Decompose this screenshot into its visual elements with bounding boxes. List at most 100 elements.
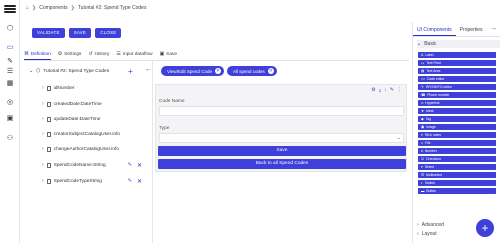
tree-item-label: changeAuthorCatalogUser.info bbox=[53, 146, 120, 152]
component-label: WYSIWYG editor bbox=[425, 85, 453, 89]
chevron-right-icon[interactable]: › bbox=[42, 131, 44, 137]
chevron-right-icon[interactable]: › bbox=[42, 146, 44, 152]
delete-icon[interactable]: ✕ bbox=[137, 162, 142, 169]
settings-icon[interactable]: ⚙ bbox=[371, 87, 375, 93]
tree-item-label: createdDate:DateTime bbox=[53, 101, 102, 107]
tree-item[interactable]: › updateDate:DateTime bbox=[42, 115, 142, 123]
view-edit-chip[interactable]: View/Edit Spend Code ✕ bbox=[161, 66, 224, 76]
tree-item[interactable]: › idNumber bbox=[42, 84, 142, 92]
tree-item[interactable]: › changeAuthorCatalogUser.info bbox=[42, 145, 142, 153]
component-label: Tag bbox=[425, 117, 432, 121]
component-item[interactable]: ▬ Button bbox=[418, 188, 496, 194]
component-item[interactable]: ☰ Multiselect bbox=[418, 172, 496, 178]
edit-icon[interactable]: ✎ bbox=[128, 178, 132, 185]
select-icon: ▾ bbox=[421, 165, 423, 169]
component-item[interactable]: ▭ Text Field bbox=[418, 60, 496, 66]
breadcrumb-item[interactable]: Components bbox=[39, 5, 67, 11]
component-item[interactable]: ★ Ideal bbox=[418, 108, 496, 114]
editor-tabs: ⌘ Definition ⚙ Settings ↺ History ☰ Inpu… bbox=[24, 49, 177, 60]
edit-icon[interactable]: ✎ bbox=[128, 162, 132, 169]
add-fab-button[interactable]: + bbox=[476, 219, 494, 237]
component-item[interactable]: ◆ Tag bbox=[418, 116, 496, 122]
tab-properties[interactable]: Properties bbox=[456, 25, 487, 36]
component-item[interactable]: <> Code editor bbox=[418, 76, 496, 82]
tab-input-dataflow[interactable]: ☰ Input dataflow bbox=[116, 49, 152, 60]
chevron-right-icon[interactable]: › bbox=[42, 85, 44, 91]
close-icon[interactable]: ✕ bbox=[267, 68, 274, 74]
group-basic[interactable]: ⌄ Basic bbox=[417, 40, 500, 48]
edit-icon[interactable]: ✎ bbox=[390, 87, 394, 93]
sitemap-icon: ⌘ bbox=[24, 51, 29, 57]
component-item[interactable]: □ File bbox=[418, 140, 496, 146]
add-field-icon[interactable]: + bbox=[128, 68, 133, 76]
tab-settings[interactable]: ⚙ Settings bbox=[58, 49, 82, 60]
component-item[interactable]: ✎ WYSIWYG editor bbox=[418, 84, 496, 90]
text-field-icon: ▭ bbox=[421, 61, 425, 65]
tab-ui-components[interactable]: UI Components bbox=[413, 25, 456, 36]
text-area-icon: ▤ bbox=[421, 69, 425, 73]
component-item[interactable]: ≡ Rich notes bbox=[418, 132, 496, 138]
box-icon[interactable]: ▣ bbox=[5, 114, 15, 122]
close-button[interactable]: CLOSE bbox=[95, 28, 122, 38]
monitor-icon[interactable]: ▭ bbox=[5, 43, 15, 51]
components-panel: UI Components Properties → ⌄ Basic A Labe… bbox=[412, 22, 500, 243]
form-save-button[interactable]: Save bbox=[158, 146, 406, 156]
component-item[interactable]: ◐ Switch bbox=[418, 180, 496, 186]
tree-item[interactable]: › creatorSubjectCatalogUser.info bbox=[42, 130, 142, 138]
save-button[interactable]: SAVE bbox=[68, 28, 92, 38]
chevron-right-icon[interactable]: › bbox=[42, 116, 44, 122]
component-item[interactable]: ☑ Checkbox bbox=[418, 156, 496, 162]
more-icon[interactable]: ⋮ bbox=[397, 87, 402, 93]
component-item[interactable]: ▣ Image bbox=[418, 124, 496, 130]
tree-root[interactable]: ⌄ ⬡ Tutorial #2: Spend Type Codes bbox=[29, 69, 109, 74]
document-icon bbox=[46, 101, 51, 107]
tree-item[interactable]: › createdDate:DateTime bbox=[42, 100, 142, 108]
code-name-input[interactable] bbox=[159, 106, 404, 116]
group-advanced[interactable]: › Advanced bbox=[417, 222, 444, 228]
chevron-right-icon[interactable]: › bbox=[42, 178, 44, 184]
component-item[interactable]: ▤ Text Area bbox=[418, 68, 496, 74]
image-icon: ▣ bbox=[421, 125, 425, 129]
component-label: Ideal bbox=[426, 109, 434, 113]
arrow-left-icon[interactable]: ← bbox=[145, 66, 152, 73]
all-spend-codes-chip[interactable]: All spend codes ✕ bbox=[227, 66, 277, 76]
tab-definition[interactable]: ⌘ Definition bbox=[24, 49, 51, 60]
chevron-right-icon[interactable]: › bbox=[42, 162, 44, 168]
tab-save[interactable]: ▣ Save bbox=[160, 49, 177, 60]
list-icon[interactable]: ☰ bbox=[5, 67, 15, 75]
chevron-right-icon: › bbox=[417, 231, 419, 237]
delete-icon[interactable]: ✕ bbox=[137, 178, 142, 185]
arrow-down-icon[interactable]: ↓ bbox=[384, 87, 387, 93]
breadcrumb-item[interactable]: Tutorial #2: Spend Type Codes bbox=[78, 5, 147, 11]
component-item[interactable]: # Number bbox=[418, 148, 496, 154]
tab-history[interactable]: ↺ History bbox=[88, 49, 109, 60]
tree-item[interactable]: › SpendCodeTypeString ✎ ✕ bbox=[42, 177, 142, 185]
component-item[interactable]: ☎ Phone number bbox=[418, 92, 496, 98]
globe-icon[interactable]: ◎ bbox=[5, 98, 15, 106]
chevron-right-icon[interactable]: › bbox=[42, 101, 44, 107]
grid-icon[interactable]: ▦ bbox=[5, 79, 15, 87]
link-icon: ∞ bbox=[421, 101, 424, 105]
document-icon bbox=[46, 146, 51, 152]
cube-icon[interactable]: ⬡ bbox=[5, 24, 15, 32]
pen-icon[interactable]: ✎ bbox=[5, 57, 15, 65]
validate-button[interactable]: VALIDATE bbox=[32, 28, 65, 38]
label-icon: A bbox=[421, 53, 424, 57]
back-to-all-button[interactable]: Back to all Spend Codes bbox=[158, 159, 406, 169]
number-icon: # bbox=[421, 149, 423, 153]
users-icon[interactable]: ⚇ bbox=[5, 134, 15, 142]
chevron-down-icon[interactable]: ⌄ bbox=[29, 69, 33, 74]
component-item[interactable]: ▾ Select bbox=[418, 164, 496, 170]
component-item[interactable]: A Label bbox=[418, 52, 496, 58]
arrow-right-icon[interactable]: → bbox=[490, 25, 497, 32]
type-select[interactable]: ⌄ bbox=[159, 133, 404, 143]
home-icon[interactable]: ⌂ bbox=[26, 5, 29, 11]
close-icon[interactable]: ✕ bbox=[214, 68, 221, 74]
group-layout[interactable]: › Layout bbox=[417, 231, 437, 237]
app-logo-icon[interactable] bbox=[4, 5, 16, 13]
component-item[interactable]: ∞ Hyperlink bbox=[418, 100, 496, 106]
tab-label: Definition bbox=[30, 51, 51, 57]
component-label: Hyperlink bbox=[425, 101, 440, 105]
tree-item[interactable]: › SpendCodeName:String ✎ ✕ bbox=[42, 161, 142, 169]
chevron-down-icon[interactable]: ⌄ bbox=[397, 135, 401, 141]
